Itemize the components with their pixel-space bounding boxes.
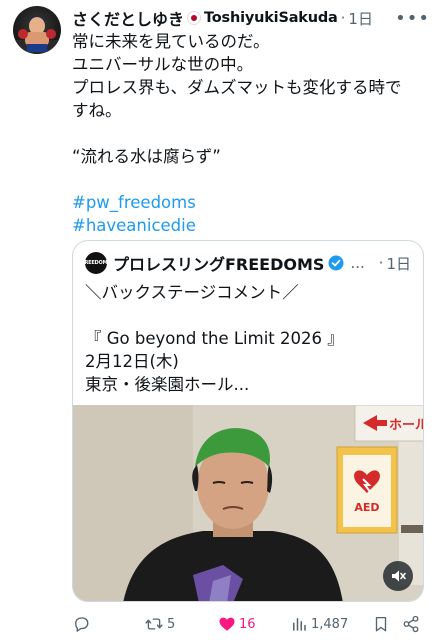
- share-icon: [403, 615, 419, 633]
- quoted-author-avatar[interactable]: FREEDOMS: [81, 252, 111, 274]
- mute-button[interactable]: [383, 561, 413, 591]
- views-button[interactable]: 1,487: [290, 615, 372, 633]
- post-line: “流れる水は腐らず”: [72, 147, 221, 166]
- post-line: ユニバーサルな世の中。: [72, 55, 254, 74]
- views-chart-icon: [293, 618, 306, 631]
- more-options-icon[interactable]: •••: [395, 8, 430, 29]
- bookmark-button[interactable]: [372, 615, 402, 633]
- reply-icon: [75, 617, 89, 632]
- repost-icon: [145, 618, 163, 630]
- view-count: 1,487: [311, 616, 349, 632]
- quoted-line: ＼バックステージコメント／: [85, 283, 299, 302]
- separator-dot: ·: [340, 9, 346, 27]
- action-bar: 5 16 1,487: [72, 612, 422, 636]
- quoted-line: 2月12日(木): [85, 352, 179, 371]
- quoted-line: [85, 304, 415, 327]
- share-button[interactable]: [402, 615, 422, 633]
- repost-button[interactable]: 5: [144, 615, 218, 633]
- hashtag-link[interactable]: #pw_freedoms: [72, 191, 422, 214]
- quoted-author-name[interactable]: プロレスリングFREEDOMS: [113, 251, 324, 275]
- verified-badge-icon: [328, 255, 344, 271]
- author-handle[interactable]: ToshiyukiSakuda: [204, 10, 338, 26]
- quoted-line: 東京・後楽園ホール...: [85, 375, 250, 394]
- quoted-post-text: ＼バックステージコメント／ 『 Go beyond the Limit 2026…: [85, 281, 415, 396]
- like-button[interactable]: 16: [218, 615, 290, 633]
- author-name[interactable]: さくだとしゆき: [72, 6, 184, 30]
- post-text: 常に未来を見ているのだ。 ユニバーサルな世の中。 プロレス界も、ダムズマットも変…: [72, 30, 422, 237]
- post-time[interactable]: 1日: [348, 8, 373, 29]
- quoted-post-time[interactable]: 1日: [386, 253, 411, 274]
- post-line: すね。: [72, 101, 122, 120]
- quoted-line: 『 Go beyond the Limit 2026 』: [85, 329, 344, 348]
- reply-button[interactable]: [72, 615, 144, 633]
- bookmark-icon: [375, 616, 387, 632]
- aed-label: AED: [354, 501, 379, 514]
- author-avatar[interactable]: [13, 6, 61, 54]
- video-sign-text: ホール: [389, 418, 424, 433]
- speaker-muted-icon: [392, 570, 406, 582]
- video-frame: ホール AED: [73, 405, 424, 601]
- video-player[interactable]: ホール AED: [73, 405, 424, 601]
- quoted-post-header: FREEDOMS プロレスリングFREEDOMS ... · 1日: [81, 251, 411, 275]
- like-count: 16: [239, 616, 256, 632]
- quoted-post-card[interactable]: FREEDOMS プロレスリングFREEDOMS ... · 1日 ＼バックステ…: [72, 240, 424, 602]
- post-header: さくだとしゆき ToshiyukiSakuda · 1日 •••: [72, 6, 430, 30]
- post-line: プロレス界も、ダムズマットも変化する時で: [72, 78, 402, 97]
- post-line: 常に未来を見ているのだ。: [72, 32, 270, 51]
- heart-icon: [219, 617, 235, 631]
- japan-flag-icon: [187, 11, 202, 25]
- separator-dot: ·: [378, 254, 384, 272]
- post-line: [72, 168, 422, 191]
- post-line: [72, 122, 422, 145]
- quoted-handle-truncated: ...: [350, 254, 365, 272]
- hashtag-link[interactable]: #haveanicedie: [72, 214, 422, 237]
- repost-count: 5: [167, 616, 176, 632]
